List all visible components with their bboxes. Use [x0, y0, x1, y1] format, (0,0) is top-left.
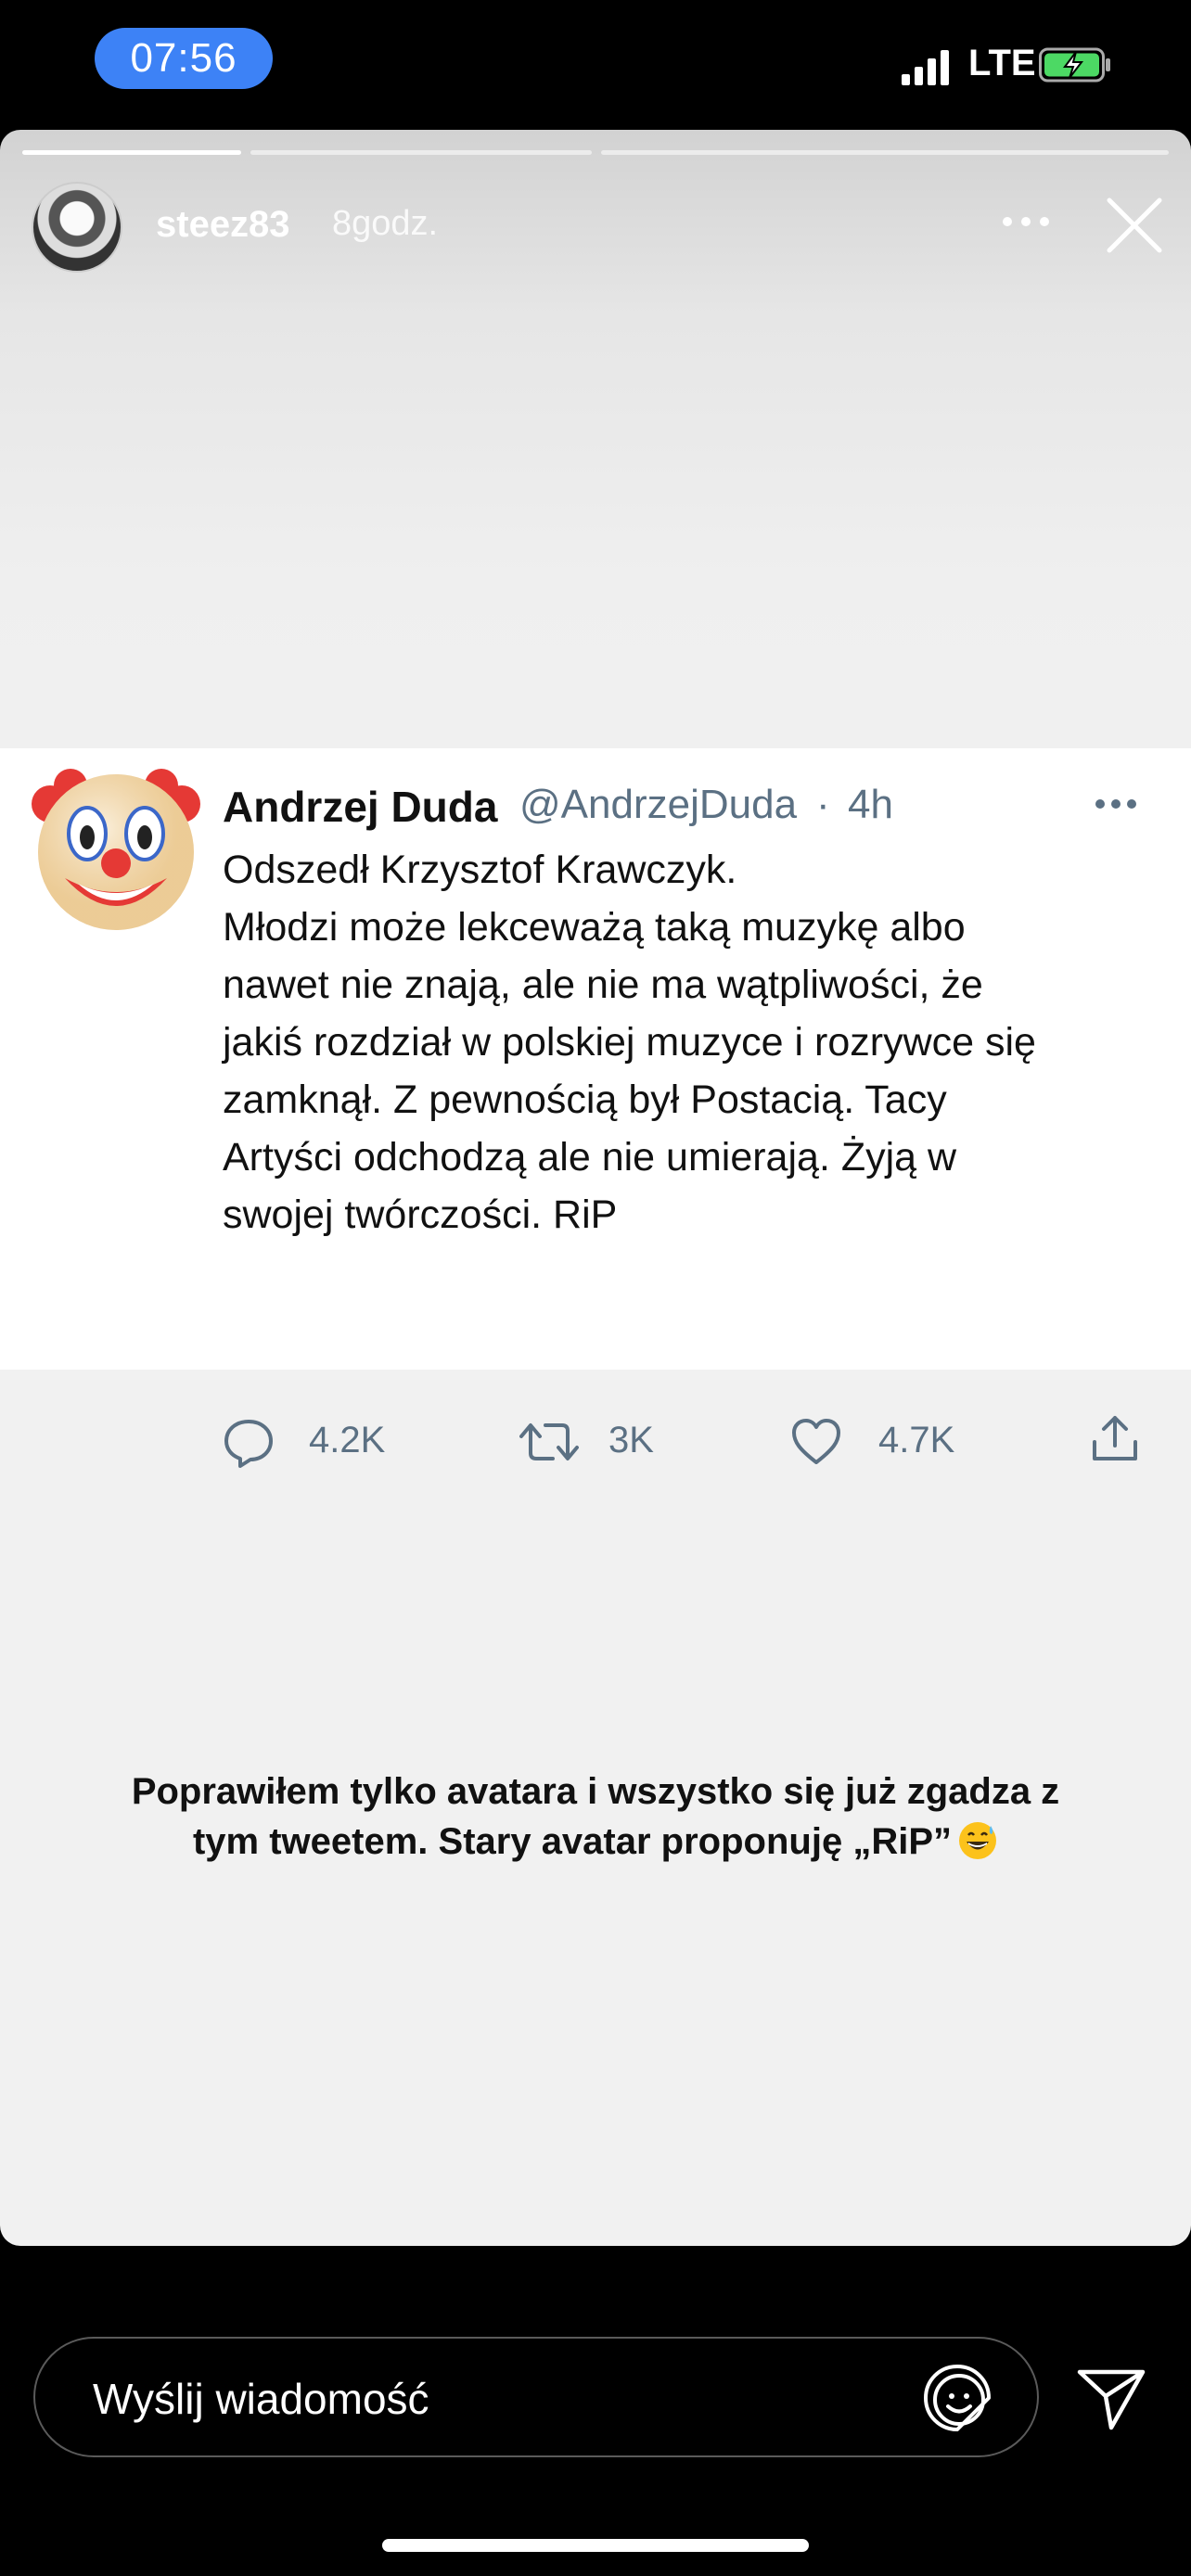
reply-count: 4.2K — [309, 1420, 386, 1460]
close-icon[interactable] — [1104, 195, 1165, 256]
tweet-time: 4h — [848, 782, 893, 827]
tweet-text-line: Odszedł Krzysztof Krawczyk. — [223, 848, 737, 892]
tweet-text-line: nawet nie znają, ale nie ma wątpliwości,… — [223, 963, 983, 1007]
story-time-ago: 8godz. — [332, 204, 439, 243]
story-caption: Poprawiłem tylko avatara i wszystko się … — [0, 1766, 1191, 1867]
tweet-separator: · — [816, 782, 830, 827]
story-progress-segment-3 — [601, 150, 1169, 155]
grinning-sweat-emoji — [959, 1822, 996, 1859]
more-horizontal-icon[interactable] — [998, 208, 1054, 236]
tweet-card: Andrzej Duda @AndrzejDuda · 4h Odszedł K… — [0, 748, 1191, 1468]
caption-line-2: tym tweetem. Stary avatar proponuję „RiP… — [0, 1817, 1191, 1867]
signal-icon — [902, 50, 949, 85]
tweet-text-line: jakiś rozdział w polskiej muzyce i rozry… — [223, 1020, 1036, 1065]
status-bar: 07:56 LTE — [0, 0, 1191, 125]
reply-icon — [224, 1420, 273, 1468]
story-progress-segment-1 — [22, 150, 241, 155]
like-count: 4.7K — [878, 1420, 955, 1460]
tweet-text-line: zamknął. Z pewnością był Postacią. Tacy — [223, 1078, 947, 1122]
tweet-author-handle: @AndrzejDuda — [519, 782, 798, 827]
sticker-icon[interactable] — [922, 2363, 992, 2433]
battery-charging-icon — [1039, 47, 1110, 83]
tweet-text-line: Artyści odchodzą ale nie umierają. Żyją … — [223, 1135, 957, 1180]
message-input[interactable]: Wyślij wiadomość — [33, 2337, 1039, 2457]
retweet-count: 3K — [608, 1420, 654, 1460]
tweet-more-icon — [1095, 799, 1136, 809]
network-label: LTE — [968, 43, 1036, 83]
heart-icon — [792, 1419, 840, 1464]
home-indicator[interactable] — [382, 2539, 809, 2552]
message-placeholder: Wyślij wiadomość — [93, 2375, 429, 2423]
story-progress-segment-2 — [250, 150, 592, 155]
story-username[interactable]: steez83 — [156, 204, 290, 246]
caption-line-1: Poprawiłem tylko avatara i wszystko się … — [131, 1771, 1060, 1812]
send-icon[interactable] — [1076, 2366, 1146, 2431]
story-avatar[interactable] — [32, 182, 122, 273]
tweet-author-name: Andrzej Duda — [223, 783, 498, 831]
tweet-text: Odszedł Krzysztof Krawczyk. Młodzi może … — [223, 841, 1159, 1243]
status-time: 07:56 — [95, 28, 273, 89]
tweet-text-line: swojej twórczości. RiP — [223, 1192, 618, 1237]
clown-emoji-avatar — [32, 769, 200, 930]
retweet-icon — [519, 1423, 579, 1460]
share-icon — [1093, 1416, 1137, 1460]
tweet-text-line: Młodzi może lekceważą taką muzykę albo — [223, 905, 966, 950]
caption-line-2-text: tym tweetem. Stary avatar proponuję „RiP… — [192, 1821, 952, 1862]
